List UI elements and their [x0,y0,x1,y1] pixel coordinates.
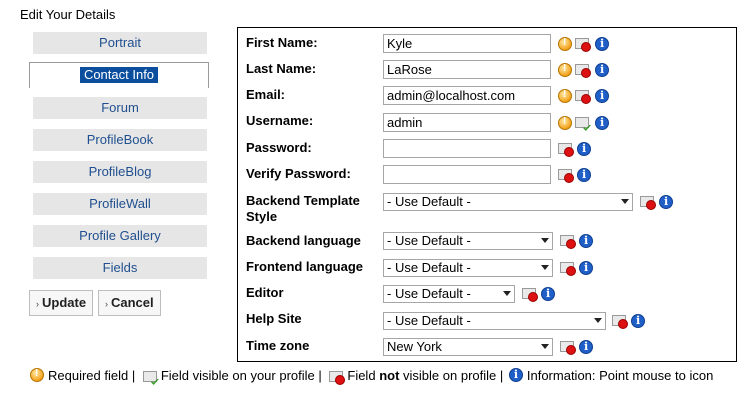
username-label: Username: [246,113,314,128]
backend-language-value: - Use Default - [387,233,471,248]
username-input[interactable]: admin [383,113,551,132]
profile-not-visible-icon [522,288,538,302]
tab-contact-info-label: Contact Info [79,67,159,83]
verify-password-input[interactable] [383,165,551,184]
required-icon [558,37,572,51]
password-input[interactable] [383,139,551,158]
update-button[interactable]: › Update [29,290,93,316]
tab-forum[interactable]: Forum [33,97,207,119]
info-icon[interactable] [577,142,591,156]
backend-template-value: - Use Default - [387,194,471,209]
first-name-label: First Name: [246,35,318,50]
legend-not-visible-bold: not [379,368,400,383]
time-zone-label: Time zone [246,338,310,353]
tab-profileblog[interactable]: ProfileBlog [33,161,207,183]
page-title: Edit Your Details [20,7,116,22]
required-icon [558,89,572,103]
info-icon[interactable] [659,195,673,209]
editor-label: Editor [246,285,284,300]
tab-fields[interactable]: Fields [33,257,207,279]
icon-legend: Required field | Field visible on your p… [30,368,714,385]
info-icon[interactable] [595,89,609,103]
frontend-language-select[interactable]: - Use Default - [383,259,553,277]
tab-portrait[interactable]: Portrait [33,32,207,54]
profile-not-visible-icon [560,341,576,355]
update-button-label: Update [42,295,87,310]
email-input[interactable]: admin@localhost.com [383,86,551,105]
required-icon [558,116,572,130]
help-site-label: Help Site [246,311,302,326]
help-site-value: - Use Default - [387,313,471,328]
profile-not-visible-icon [575,64,591,78]
info-icon[interactable] [579,340,593,354]
legend-required: Required field | [48,368,136,383]
info-icon[interactable] [631,314,645,328]
info-icon[interactable] [577,168,591,182]
info-icon [508,368,523,382]
chevron-down-icon [541,265,549,270]
backend-template-label-line2: Style [246,209,278,224]
last-name-label: Last Name: [246,61,317,76]
cancel-button[interactable]: › Cancel [98,290,161,316]
legend-info: Information: Point mouse to icon [526,368,714,383]
editor-value: - Use Default - [387,286,471,301]
chevron-down-icon [541,344,549,349]
profile-not-visible-icon [558,169,574,183]
required-icon [30,368,44,382]
info-icon[interactable] [595,63,609,77]
legend-not-visible-post: visible on profile | [403,368,504,383]
editor-select[interactable]: - Use Default - [383,285,515,303]
password-label: Password: [246,140,312,155]
cancel-button-label: Cancel [111,295,154,310]
last-name-input[interactable]: LaRose [383,60,551,79]
tab-profilebook[interactable]: ProfileBook [33,129,207,151]
profile-not-visible-icon [575,38,591,52]
backend-template-label: Backend Template Style [246,193,376,225]
profile-not-visible-icon [560,262,576,276]
chevron-down-icon [621,199,629,204]
legend-not-visible-pre: Field [347,368,376,383]
contact-info-form: First Name: Kyle Last Name: LaRose Email… [237,27,737,362]
tab-profilewall[interactable]: ProfileWall [33,193,207,215]
profile-not-visible-icon [329,371,346,385]
frontend-language-label: Frontend language [246,259,363,274]
arrow-right-icon: › [105,299,108,309]
info-icon[interactable] [579,234,593,248]
email-label: Email: [246,87,286,102]
profile-not-visible-icon [558,143,574,157]
required-icon [558,63,572,77]
backend-language-label: Backend language [246,233,361,248]
profile-not-visible-icon [575,90,591,104]
help-site-select[interactable]: - Use Default - [383,312,606,330]
chevron-down-icon [541,238,549,243]
time-zone-value: New York [387,339,442,354]
profile-not-visible-icon [612,315,628,329]
profile-visible-icon [142,371,157,382]
tab-contact-info[interactable]: Contact Info [29,62,209,88]
info-icon[interactable] [541,287,555,301]
profile-not-visible-icon [640,196,656,210]
chevron-down-icon [503,291,511,296]
info-icon[interactable] [595,116,609,130]
profile-not-visible-icon [560,235,576,249]
info-icon[interactable] [579,261,593,275]
backend-template-label-line1: Backend Template [246,193,360,208]
tab-profile-gallery[interactable]: Profile Gallery [33,225,207,247]
first-name-input[interactable]: Kyle [383,34,551,53]
info-icon[interactable] [595,37,609,51]
arrow-right-icon: › [36,299,39,309]
frontend-language-value: - Use Default - [387,260,471,275]
profile-visible-icon [575,117,589,128]
verify-password-label: Verify Password: [246,166,351,181]
time-zone-select[interactable]: New York [383,338,553,356]
backend-template-select[interactable]: - Use Default - [383,193,633,211]
chevron-down-icon [594,318,602,323]
backend-language-select[interactable]: - Use Default - [383,232,553,250]
legend-visible: Field visible on your profile | [160,368,322,383]
